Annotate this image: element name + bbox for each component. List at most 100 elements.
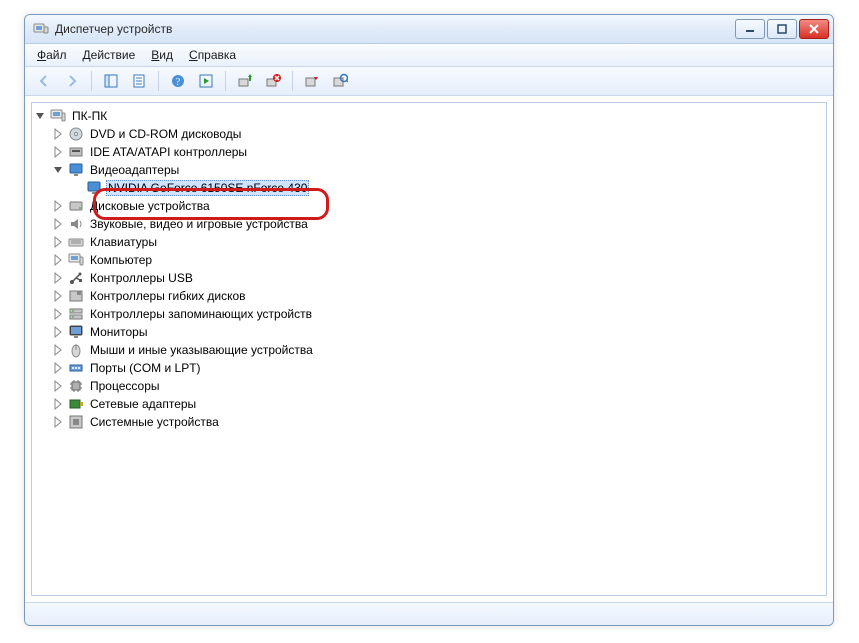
tree-expander[interactable] xyxy=(52,272,64,284)
fdc-icon xyxy=(68,288,84,304)
menu-view[interactable]: Вид xyxy=(143,44,181,66)
app-icon xyxy=(33,21,49,37)
svg-text:?: ? xyxy=(176,77,181,88)
tree-expander[interactable] xyxy=(52,308,64,320)
tree-category[interactable]: Контроллеры запоминающих устройств xyxy=(34,305,824,323)
tree-category-label: Контроллеры USB xyxy=(88,270,195,286)
system-icon xyxy=(68,414,84,430)
tree-device[interactable]: NVIDIA GeForce 6150SE nForce 430 xyxy=(34,179,824,197)
tree-category-label: Контроллеры запоминающих устройств xyxy=(88,306,314,322)
tree-root[interactable]: ПК-ПК xyxy=(34,107,824,125)
tree-expander[interactable] xyxy=(52,380,64,392)
update-driver-button[interactable] xyxy=(232,68,258,94)
tree-expander[interactable] xyxy=(52,326,64,338)
tree-expander[interactable] xyxy=(52,344,64,356)
tree-category-label: Сетевые адаптеры xyxy=(88,396,198,412)
tree-expander[interactable] xyxy=(34,110,46,122)
tree-category-label: Мыши и иные указывающие устройства xyxy=(88,342,315,358)
sound-icon xyxy=(68,216,84,232)
tree-category[interactable]: Порты (COM и LPT) xyxy=(34,359,824,377)
window-frame: Диспетчер устройств Файл Действие Вид Сп… xyxy=(24,14,834,626)
tree-expander[interactable] xyxy=(52,146,64,158)
tree-device-label: NVIDIA GeForce 6150SE nForce 430 xyxy=(106,180,309,196)
titlebar: Диспетчер устройств xyxy=(25,15,833,44)
hdd-icon xyxy=(68,198,84,214)
tree-category[interactable]: Мыши и иные указывающие устройства xyxy=(34,341,824,359)
window-title: Диспетчер устройств xyxy=(55,22,735,36)
toolbar-separator xyxy=(292,71,293,91)
tree-category[interactable]: Контроллеры USB xyxy=(34,269,824,287)
cpu-icon xyxy=(68,378,84,394)
tree-category[interactable]: Клавиатуры xyxy=(34,233,824,251)
tree-category[interactable]: Контроллеры гибких дисков xyxy=(34,287,824,305)
tree-category-label: Процессоры xyxy=(88,378,162,394)
tree-expander[interactable] xyxy=(52,128,64,140)
minimize-button[interactable] xyxy=(735,19,765,39)
tree-category-label: IDE ATA/ATAPI контроллеры xyxy=(88,144,249,160)
tree-category-label: DVD и CD-ROM дисководы xyxy=(88,126,243,142)
tree-expander[interactable] xyxy=(52,164,64,176)
display-icon xyxy=(86,180,102,196)
uninstall-button[interactable] xyxy=(260,68,286,94)
toolbar-separator xyxy=(91,71,92,91)
tree-expander[interactable] xyxy=(52,236,64,248)
storage-icon xyxy=(68,306,84,322)
tree-expander[interactable] xyxy=(52,254,64,266)
tree-category[interactable]: Компьютер xyxy=(34,251,824,269)
tree-category[interactable]: Дисковые устройства xyxy=(34,197,824,215)
menubar: Файл Действие Вид Справка xyxy=(25,44,833,67)
tree-category-label: Мониторы xyxy=(88,324,149,340)
tree-expander[interactable] xyxy=(52,200,64,212)
show-hide-console-tree-button[interactable] xyxy=(98,68,124,94)
properties-button[interactable] xyxy=(126,68,152,94)
toolbar-separator xyxy=(158,71,159,91)
tree-category-label: Компьютер xyxy=(88,252,154,268)
nic-icon xyxy=(68,396,84,412)
tree-category-label: Порты (COM и LPT) xyxy=(88,360,203,376)
display-icon xyxy=(68,162,84,178)
tree-category[interactable]: Звуковые, видео и игровые устройства xyxy=(34,215,824,233)
tree-category-label: Системные устройства xyxy=(88,414,221,430)
tree-expander[interactable] xyxy=(52,416,64,428)
menu-help[interactable]: Справка xyxy=(181,44,244,66)
scan-hardware-button[interactable] xyxy=(327,68,353,94)
tree-category[interactable]: DVD и CD-ROM дисководы xyxy=(34,125,824,143)
toolbar-separator xyxy=(225,71,226,91)
tree-expander[interactable] xyxy=(52,398,64,410)
computer-icon xyxy=(50,108,66,124)
computer-icon xyxy=(68,252,84,268)
tree-expander[interactable] xyxy=(52,290,64,302)
toolbar: ? xyxy=(25,67,833,96)
tree-category[interactable]: Системные устройства xyxy=(34,413,824,431)
ide-icon xyxy=(68,144,84,160)
tree-root-label: ПК-ПК xyxy=(70,108,109,124)
maximize-button[interactable] xyxy=(767,19,797,39)
tree-category-label: Контроллеры гибких дисков xyxy=(88,288,248,304)
close-button[interactable] xyxy=(799,19,829,39)
help-button[interactable]: ? xyxy=(165,68,191,94)
tree-expander[interactable] xyxy=(52,218,64,230)
tree-expander[interactable] xyxy=(52,362,64,374)
forward-button[interactable] xyxy=(59,68,85,94)
tree-category[interactable]: Мониторы xyxy=(34,323,824,341)
window-buttons xyxy=(735,19,829,39)
device-tree[interactable]: ПК-ПК DVD и CD-ROM дисководы IDE ATA/ATA… xyxy=(31,102,827,596)
tree-category[interactable]: Видеоадаптеры xyxy=(34,161,824,179)
disable-button[interactable] xyxy=(299,68,325,94)
tree-category[interactable]: Сетевые адаптеры xyxy=(34,395,824,413)
back-button[interactable] xyxy=(31,68,57,94)
port-icon xyxy=(68,360,84,376)
monitor-icon xyxy=(68,324,84,340)
tree-category-label: Дисковые устройства xyxy=(88,198,212,214)
content-area: ПК-ПК DVD и CD-ROM дисководы IDE ATA/ATA… xyxy=(25,96,833,602)
usb-icon xyxy=(68,270,84,286)
tree-category[interactable]: IDE ATA/ATAPI контроллеры xyxy=(34,143,824,161)
action-button[interactable] xyxy=(193,68,219,94)
disc-icon xyxy=(68,126,84,142)
menu-file[interactable]: Файл xyxy=(29,44,75,66)
menu-action[interactable]: Действие xyxy=(75,44,144,66)
tree-category-label: Клавиатуры xyxy=(88,234,159,250)
tree-category-label: Звуковые, видео и игровые устройства xyxy=(88,216,310,232)
tree-category[interactable]: Процессоры xyxy=(34,377,824,395)
tree-category-label: Видеоадаптеры xyxy=(88,162,181,178)
